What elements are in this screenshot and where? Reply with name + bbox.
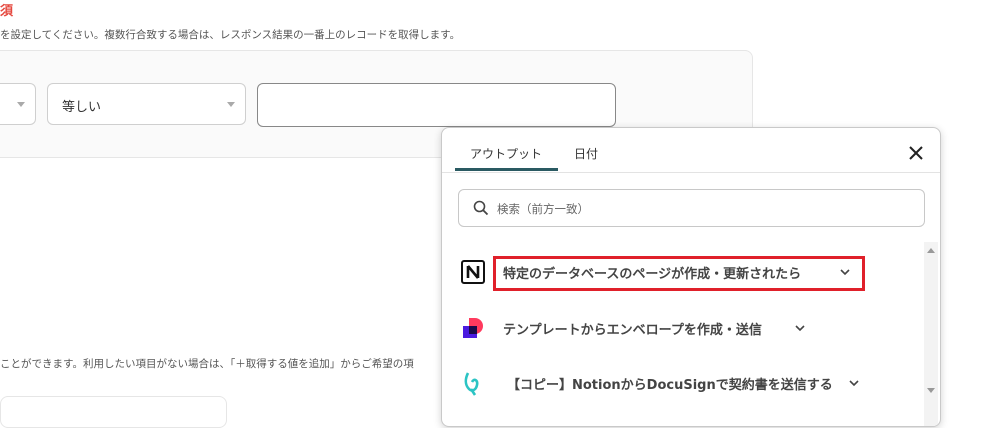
tab-output[interactable]: アウトプット — [470, 145, 542, 162]
tab-bar: アウトプット 日付 — [442, 128, 940, 173]
required-label: 須 — [0, 4, 14, 19]
search-input[interactable]: 検索（前方一致） — [458, 189, 925, 227]
value-input[interactable] — [257, 83, 616, 127]
note-text: ことができます。利用したい項目がない場合は、「＋取得する値を追加」からご希望の項 — [0, 358, 414, 370]
item-label: テンプレートからエンベロープを作成・送信 — [503, 323, 762, 338]
active-tab-indicator — [455, 168, 558, 171]
operator-select-value: 等しい — [62, 100, 102, 115]
bottom-card — [0, 396, 227, 428]
scrollbar[interactable] — [924, 242, 938, 426]
tab-date[interactable]: 日付 — [574, 145, 598, 162]
notion-icon — [461, 260, 485, 284]
instruction-text: を設定してください。複数行合致する場合は、レスポンス結果の一番上のレコードを取得… — [0, 29, 461, 41]
chevron-down-icon[interactable] — [794, 322, 806, 334]
caret-down-icon — [227, 102, 235, 107]
search-placeholder: 検索（前方一致） — [497, 202, 589, 216]
list-item[interactable]: 【コピー】NotionからDocuSignで契約書を送信する — [442, 365, 922, 405]
item-label: 【コピー】NotionからDocuSignで契約書を送信する — [507, 378, 833, 393]
chevron-down-icon[interactable] — [848, 377, 860, 389]
highlight-box — [493, 256, 865, 291]
field-select[interactable] — [0, 83, 36, 125]
docusign-icon — [463, 318, 483, 338]
yoom-icon — [464, 372, 479, 396]
caret-down-icon — [17, 102, 25, 107]
close-icon[interactable] — [907, 144, 925, 162]
scroll-down-icon[interactable] — [927, 388, 935, 393]
list-item[interactable]: テンプレートからエンベロープを作成・送信 — [442, 310, 922, 350]
search-icon — [473, 200, 489, 216]
operator-select[interactable]: 等しい — [47, 83, 246, 125]
output-picker-popup: アウトプット 日付 検索（前方一致） 特定のデータベースのページが作成・更新され… — [441, 127, 941, 427]
scroll-up-icon[interactable] — [927, 248, 935, 253]
